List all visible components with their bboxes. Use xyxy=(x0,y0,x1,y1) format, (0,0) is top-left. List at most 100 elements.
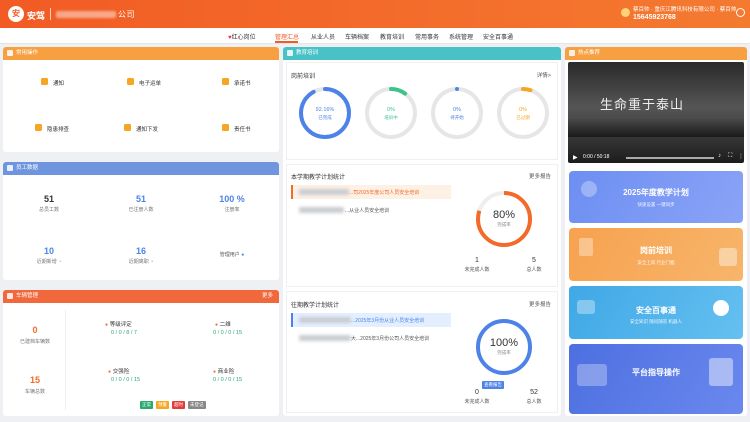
common-ops-header: 常用操作 xyxy=(3,47,279,60)
manage-users-link[interactable]: 管理用户 ● xyxy=(207,251,257,258)
ring-track xyxy=(431,87,483,139)
pre-job-ring-0: 92.16% 已完成 xyxy=(297,85,353,141)
stat-registered-label: 已注册人数 xyxy=(128,207,154,213)
vehicle-item-compulsory[interactable]: ● 交强险 xyxy=(108,367,129,375)
ring-track xyxy=(497,87,549,139)
education-header: 教育培训 xyxy=(283,47,561,60)
current-plan-row-2-text: ...从业人员安全培训 xyxy=(345,208,390,214)
vehicle-more-link[interactable]: 更多 xyxy=(262,290,273,303)
banner-safety-assistant[interactable]: 安全百事通 安全知识 随问随答 机器人 xyxy=(569,286,743,339)
stat-left-value[interactable]: 16 xyxy=(121,246,161,256)
vehicle-item-commercial[interactable]: ● 商业险 xyxy=(213,367,234,375)
tab-safety-assistant[interactable]: 安全百事通 xyxy=(483,32,513,41)
vehicle-panel: 车辆管理 更多 0 已建档车辆数 15 车辆总数 ● 等级评定 0 / 0 / 8… xyxy=(3,290,279,416)
hazard-icon xyxy=(35,124,42,131)
ring-arc xyxy=(299,87,351,139)
ring-label: 待开始 xyxy=(450,115,464,120)
past-plan-section: 往期教学计划统计 更多报告 ...2025年3月份从业人员安全培训 大...20… xyxy=(286,291,558,413)
tab-management-summary[interactable]: 管理汇总 xyxy=(275,32,299,41)
past-unfinished-value: 0 xyxy=(475,389,479,396)
tab-red-heart[interactable]: ♥红心岗位 xyxy=(228,32,256,41)
past-unfinished-label: 未完成人数 xyxy=(464,399,490,405)
stat-register-rate-value: 100 % xyxy=(219,194,245,204)
app-logo: 安 xyxy=(8,6,24,22)
stat-registered-value: 51 xyxy=(135,194,146,204)
past-total-label: 总人数 xyxy=(526,399,542,405)
ring-value: 0% xyxy=(519,107,527,113)
ring-track xyxy=(365,87,417,139)
checklist-icon xyxy=(709,358,733,386)
legend-overdue: 超时 xyxy=(172,401,185,409)
total-vehicles-label: 车辆总数 xyxy=(24,389,45,395)
past-plan-percent-label: 完成率 xyxy=(497,350,511,355)
past-plan-row-2-text: 大...2025年3月份公司人员安全培训 xyxy=(351,336,430,342)
bell-icon xyxy=(41,78,48,85)
redacted-text xyxy=(299,189,349,195)
user-avatar-icon[interactable] xyxy=(621,8,630,17)
user-phone: 15645923768 xyxy=(633,14,676,21)
more-options-icon[interactable]: ⋮ xyxy=(738,153,744,160)
stat-total-staff-value: 51 xyxy=(43,194,54,204)
education-panel: 教育培训 岗前培训 详情> 92.16% 已完成 0% 培训中 0% 待开始 0% 已过期 本… xyxy=(283,47,561,416)
vehicle-item-commercial-values: 0 / 0 / 0 / 15 xyxy=(213,377,243,383)
current-unfinished-label: 未完成人数 xyxy=(464,267,490,273)
company-name: 公司 xyxy=(56,9,135,20)
legend-normal: 正常 xyxy=(140,401,153,409)
user-group-icon xyxy=(7,165,13,171)
current-unfinished-value: 1 xyxy=(475,257,479,264)
view-report-badge[interactable]: 查看报告 xyxy=(482,381,504,389)
current-plan-section: 本学期教学计划统计 更多报告 ...司2025年度公司人员安全培训 ...从业人… xyxy=(286,164,558,287)
main-nav: ♥红心岗位 管理汇总 从业人员 车辆档案 教育培训 常用事务 系统管理 安全百事… xyxy=(0,28,750,44)
redacted-text xyxy=(299,207,344,213)
ring-label: 已过期 xyxy=(516,115,530,120)
tab-vehicles[interactable]: 车辆档案 xyxy=(345,32,369,41)
vehicle-item-rating[interactable]: ● 等级评定 xyxy=(105,320,132,328)
tab-employees[interactable]: 从业人员 xyxy=(311,32,335,41)
progress-ring xyxy=(365,87,417,139)
logout-icon[interactable] xyxy=(736,8,745,17)
qr-icon: ● xyxy=(215,322,219,328)
progress-ring xyxy=(431,87,483,139)
video-player[interactable]: 生命重于泰山 ▶ 0:00 / 50:18 ♪ ⛶ ⋮ xyxy=(568,62,744,163)
current-plan-title: 本学期教学计划统计 xyxy=(291,175,346,181)
video-time: 0:00 / 50:18 xyxy=(583,154,610,160)
tab-training[interactable]: 教育培训 xyxy=(380,32,404,41)
current-plan-more[interactable]: 更多报告 xyxy=(529,172,551,180)
progress-ring xyxy=(299,87,351,139)
clipboard-icon xyxy=(719,248,737,266)
ring-label: 培训中 xyxy=(384,115,398,120)
play-icon[interactable]: ▶ xyxy=(573,154,578,161)
pin-icon: ● xyxy=(108,369,112,375)
pledge-icon xyxy=(222,78,229,85)
past-plan-row-1-text: ...2025年3月份从业人员安全培训 xyxy=(351,318,425,324)
banner-pre-job-training[interactable]: 岗前培训 安全上岗 行业门槛 xyxy=(569,228,743,281)
company-name-redacted xyxy=(56,11,116,19)
video-progress-track[interactable] xyxy=(626,157,714,159)
document-icon xyxy=(127,78,134,85)
vehicle-item-qr[interactable]: ● 二维 xyxy=(215,320,231,328)
banner-teaching-plan[interactable]: 2025年度教学计划 快速设置 一键同步 xyxy=(569,171,743,223)
archived-vehicles-label: 已建档车辆数 xyxy=(19,339,50,345)
redacted-text xyxy=(299,335,351,341)
company-suffix: 公司 xyxy=(118,10,135,19)
fullscreen-icon[interactable]: ⛶ xyxy=(728,153,732,160)
banner-platform-guide[interactable]: 平台指导操作 xyxy=(569,344,743,414)
stat-new-label: 近期新增 ◔ xyxy=(36,259,62,265)
current-total-label: 总人数 xyxy=(526,267,542,273)
pre-job-title: 岗前培训 xyxy=(291,74,316,80)
pin-icon: ● xyxy=(213,369,217,375)
user-info[interactable]: 蔡百帅 · 重庆江腾讯科技有限公司 · 蔡百帅 15645923768 xyxy=(633,6,736,22)
stat-new-value[interactable]: 10 xyxy=(29,246,69,256)
tab-system[interactable]: 系统管理 xyxy=(449,32,473,41)
tab-affairs[interactable]: 常用事务 xyxy=(415,32,439,41)
common-ops-panel: 常用操作 通知 电子运单 承诺书 隐患排查 通知下发 责任书 xyxy=(3,47,279,152)
vehicle-divider xyxy=(65,310,66,410)
past-plan-more[interactable]: 更多报告 xyxy=(529,300,551,308)
pre-job-detail-link[interactable]: 详情> xyxy=(537,71,551,79)
volume-icon[interactable]: ♪ xyxy=(718,153,721,159)
total-vehicles-value: 15 xyxy=(29,375,40,385)
video-caption: 生命重于泰山 xyxy=(600,98,685,113)
video-mountain-scene xyxy=(568,117,744,137)
ring-value: 0% xyxy=(387,107,395,113)
staff-panel: 员工数据 51 总员工数 51 已注册人数 100 % 注册率 10 近期新增 … xyxy=(3,162,279,280)
